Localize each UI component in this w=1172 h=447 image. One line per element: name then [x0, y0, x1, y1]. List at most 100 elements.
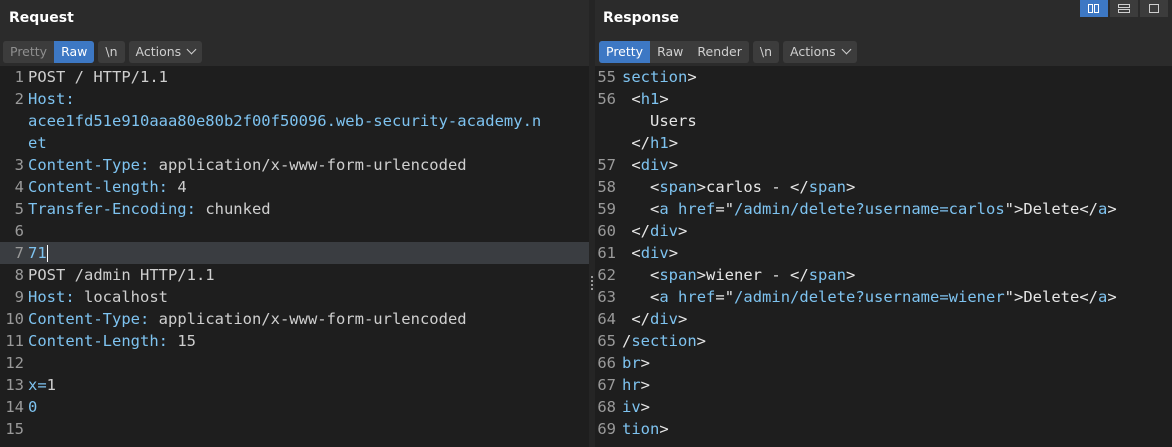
line-text: </div> [631, 310, 688, 328]
response-line[interactable]: 66 br> [595, 352, 1172, 374]
side-by-side-icon [1088, 4, 1093, 13]
line-number: 58 [597, 178, 616, 196]
response-line[interactable]: 65/section> [595, 330, 1172, 352]
response-line[interactable]: 58 <span>carlos - </span> [595, 176, 1172, 198]
line-text: Content-Type: application/x-www-form-url… [28, 308, 467, 330]
header-name: Content-Length: [28, 332, 168, 350]
request-actions-menu[interactable]: Actions [128, 41, 203, 63]
request-newline-toggle[interactable]: \n [98, 41, 125, 63]
header-name: et [28, 134, 47, 152]
response-newline-toggle[interactable]: \n [752, 41, 780, 63]
request-line[interactable]: 4 Content-length: 4 [0, 176, 589, 198]
response-line[interactable]: 67 hr> [595, 374, 1172, 396]
line-number: 60 [597, 222, 616, 240]
line-text: </h1> [631, 134, 679, 152]
layout-switcher [1078, 0, 1168, 17]
response-line[interactable]: 59 <a href="/admin/delete?username=carlo… [595, 198, 1172, 220]
request-line[interactable]: 13 x=1 [0, 374, 589, 396]
response-line[interactable]: 64 </div> [595, 308, 1172, 330]
header-value: POST / HTTP/1.1 [28, 68, 168, 86]
header-name: acee1fd51e910aaa80e80b2f00f50096.web-sec… [28, 112, 542, 130]
header-value: application/x-www-form-urlencoded [149, 156, 467, 174]
response-line[interactable]: 60 </div> [595, 220, 1172, 242]
response-line[interactable]: 68 iv> [595, 396, 1172, 418]
request-line[interactable]: 15 [0, 418, 589, 440]
line-number: 6 [14, 222, 24, 240]
request-line[interactable]: 7 71 [0, 242, 589, 264]
response-toolbar: Pretty Raw Render \n Actions [599, 40, 861, 64]
header-value: 4 [167, 178, 187, 196]
line-number: 11 [5, 332, 24, 350]
line-number: 9 [14, 288, 24, 306]
request-line[interactable]: 5 Transfer-Encoding: chunked [0, 198, 589, 220]
line-text: <div> [631, 244, 679, 262]
response-editor[interactable]: 55 section> 56 <h1> Users </h1> 57 <div> 58 … [595, 66, 1172, 447]
drag-handle-icon[interactable] [591, 276, 593, 290]
line-text: /section> [622, 332, 707, 350]
line-number: 2 [14, 90, 24, 108]
line-text: Content-Type: application/x-www-form-url… [28, 154, 467, 176]
line-text: iv> [622, 398, 651, 416]
single-layout-button[interactable] [1140, 0, 1168, 17]
request-line[interactable]: et [0, 132, 589, 154]
line-text: acee1fd51e910aaa80e80b2f00f50096.web-sec… [28, 110, 541, 132]
request-line[interactable]: 6 [0, 220, 589, 242]
request-line[interactable]: 11 Content-Length: 15 [0, 330, 589, 352]
side-by-side-layout-button[interactable] [1080, 0, 1108, 17]
response-line[interactable]: 57 <div> [595, 154, 1172, 176]
response-line[interactable]: 55 section> [595, 66, 1172, 88]
line-number: 7 [14, 244, 24, 262]
text-caret [46, 245, 48, 262]
line-text: x=1 [28, 374, 56, 396]
response-line[interactable]: 56 <h1> [595, 88, 1172, 110]
request-raw-tab[interactable]: Raw [54, 41, 95, 63]
line-number: 4 [14, 178, 24, 196]
response-line[interactable]: 63 <a href="/admin/delete?username=wiene… [595, 286, 1172, 308]
header-name: 71 [28, 244, 47, 262]
request-line[interactable]: 8 POST /admin HTTP/1.1 [0, 264, 589, 286]
line-text: POST /admin HTTP/1.1 [28, 264, 215, 286]
line-number: 14 [5, 398, 24, 416]
response-line[interactable]: 69 tion> [595, 418, 1172, 440]
header-value: POST /admin HTTP/1.1 [28, 266, 215, 284]
line-number: 15 [5, 420, 24, 438]
request-pretty-tab[interactable]: Pretty [3, 41, 55, 63]
response-render-tab[interactable]: Render [690, 41, 749, 63]
request-line[interactable]: 3 Content-Type: application/x-www-form-ur… [0, 154, 589, 176]
request-line[interactable]: acee1fd51e910aaa80e80b2f00f50096.web-sec… [0, 110, 589, 132]
response-line[interactable]: </h1> [595, 132, 1172, 154]
chevron-down-icon [186, 44, 197, 55]
line-text: <span>carlos - </span> [650, 178, 856, 196]
response-actions-menu[interactable]: Actions [783, 41, 857, 63]
response-line[interactable]: 62 <span>wiener - </span> [595, 264, 1172, 286]
line-number: 61 [597, 244, 616, 262]
header-name: Host: [28, 90, 75, 108]
line-text: <h1> [631, 90, 669, 108]
line-number: 67 [597, 376, 616, 394]
response-pretty-tab[interactable]: Pretty [599, 41, 651, 63]
header-name: Transfer-Encoding: [28, 200, 196, 218]
request-line[interactable]: 14 0 [0, 396, 589, 418]
line-text: Content-length: 4 [28, 176, 187, 198]
line-number: 64 [597, 310, 616, 328]
request-line[interactable]: 1 POST / HTTP/1.1 [0, 66, 589, 88]
stacked-layout-button[interactable] [1110, 0, 1138, 17]
response-line[interactable]: Users [595, 110, 1172, 132]
request-line[interactable]: 12 [0, 352, 589, 374]
line-number: 56 [597, 90, 616, 108]
line-number: 8 [14, 266, 24, 284]
header-name: Content-Type: [28, 310, 150, 328]
request-editor[interactable]: 1 POST / HTTP/1.1 2 Host: acee1fd51e910aaa80… [0, 66, 589, 447]
line-text: <a href="/admin/delete?username=wiener">… [650, 288, 1117, 306]
request-line[interactable]: 9 Host: localhost [0, 286, 589, 308]
response-line[interactable]: 61 <div> [595, 242, 1172, 264]
request-line[interactable]: 10 Content-Type: application/x-www-form-u… [0, 308, 589, 330]
line-text: Host: localhost [28, 286, 168, 308]
header-value: application/x-www-form-urlencoded [149, 310, 467, 328]
single-icon [1149, 4, 1159, 13]
request-line[interactable]: 2 Host: [0, 88, 589, 110]
line-number: 57 [597, 156, 616, 174]
stacked-icon-part [1118, 9, 1130, 13]
response-raw-tab[interactable]: Raw [650, 41, 691, 63]
header-value: 1 [46, 376, 57, 394]
